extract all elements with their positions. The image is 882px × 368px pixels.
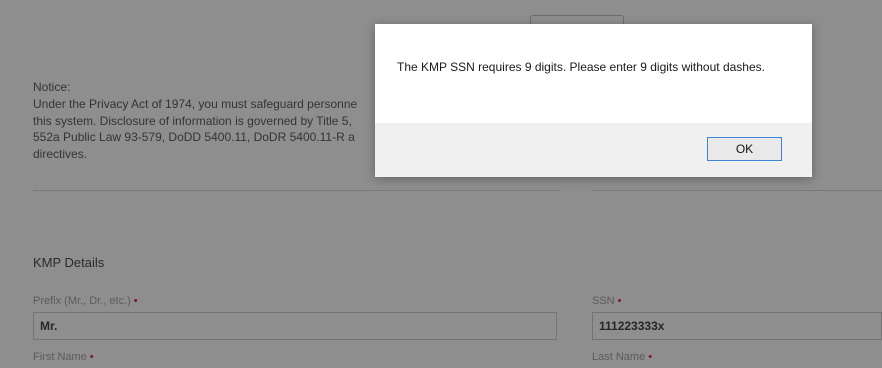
dialog-message: The KMP SSN requires 9 digits. Please en… [397,60,765,74]
alert-dialog: The KMP SSN requires 9 digits. Please en… [375,24,812,177]
ok-button[interactable]: OK [707,137,782,161]
dialog-footer: OK [375,123,812,177]
